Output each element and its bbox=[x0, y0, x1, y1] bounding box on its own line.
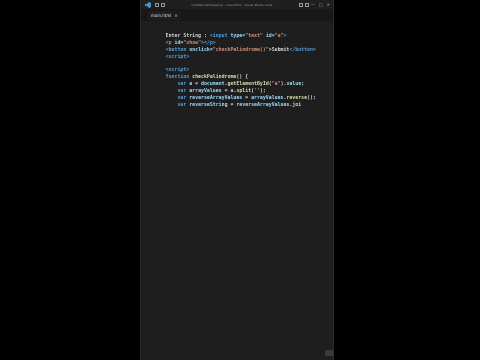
toggle-sidebar-icon[interactable] bbox=[298, 2, 303, 7]
minimize-button[interactable]: — bbox=[311, 0, 315, 9]
tab-main-html[interactable]: main.html × bbox=[148, 11, 181, 20]
title-bar: Untitled (Workspace) - main.html - Visua… bbox=[141, 0, 333, 9]
vscode-logo-icon bbox=[143, 0, 152, 9]
menu-icon[interactable] bbox=[155, 2, 159, 7]
maximize-button[interactable]: □ bbox=[319, 0, 323, 9]
window-title: Untitled (Workspace) - main.html - Visua… bbox=[191, 2, 273, 7]
toggle-panel-icon[interactable] bbox=[304, 2, 309, 7]
vscode-window: Untitled (Workspace) - main.html - Visua… bbox=[140, 0, 334, 360]
layout-controls bbox=[298, 2, 309, 7]
close-window-button[interactable]: ✕ bbox=[327, 0, 330, 9]
tab-bar: main.html × bbox=[141, 9, 333, 21]
status-indicator bbox=[325, 350, 333, 356]
code-line-5: <script> bbox=[165, 67, 190, 74]
window-controls: — □ ✕ bbox=[311, 0, 330, 9]
tab-label: main.html bbox=[151, 13, 172, 18]
code-line-1: Enter String : <input type="text" id="a"… bbox=[165, 32, 287, 39]
menu-icons bbox=[155, 2, 165, 7]
code-editor[interactable]: Enter String : <input type="text" id="a"… bbox=[148, 26, 331, 108]
close-tab-icon[interactable]: × bbox=[174, 13, 177, 18]
